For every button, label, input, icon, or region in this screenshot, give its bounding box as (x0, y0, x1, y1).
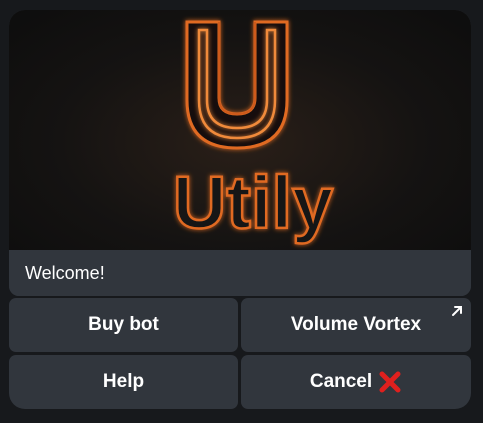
utily-logo: Utily (172, 20, 334, 245)
cancel-button[interactable]: Cancel (241, 355, 471, 409)
external-link-arrow-icon (452, 306, 462, 316)
message-caption: Welcome! (9, 250, 471, 296)
utily-logo-text: Utily (173, 161, 333, 244)
cancel-label: Cancel (309, 371, 373, 392)
volume-vortex-button[interactable]: Volume Vortex (241, 298, 471, 352)
bot-message-card: Utily Welcome! (9, 10, 471, 296)
buy-bot-label: Buy bot (88, 314, 159, 335)
red-x-mark-icon (379, 371, 401, 393)
help-label: Help (102, 371, 145, 392)
help-button[interactable]: Help (9, 355, 238, 409)
volume-vortex-label: Volume Vortex (290, 314, 422, 335)
welcome-text: Welcome! (25, 263, 105, 283)
utily-banner-image: Utily (9, 10, 471, 250)
buy-bot-button[interactable]: Buy bot (9, 298, 238, 352)
